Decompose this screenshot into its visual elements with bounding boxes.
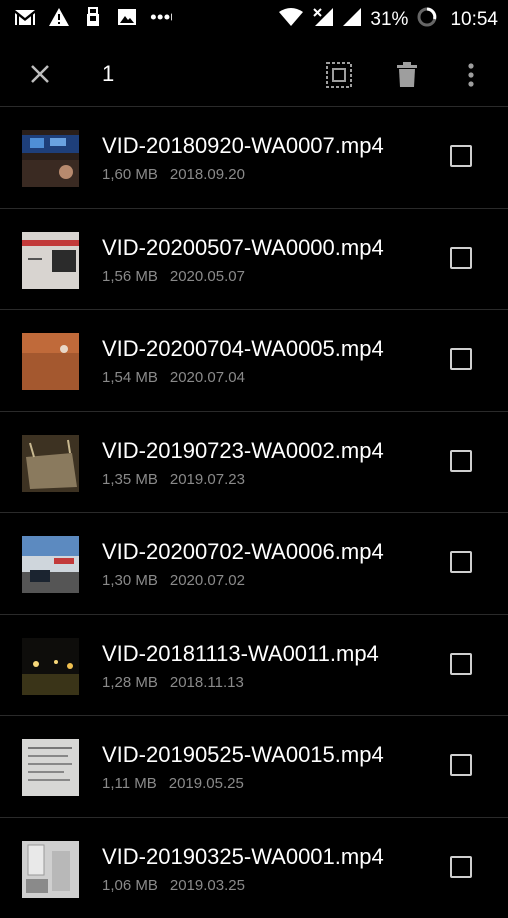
select-checkbox[interactable]	[450, 551, 472, 573]
close-selection-button[interactable]	[22, 56, 58, 92]
file-meta: 1,60 MB 2018.09.20	[102, 166, 245, 183]
battery-ring-icon	[416, 6, 438, 34]
file-meta: 1,54 MB 2020.07.04	[102, 369, 245, 386]
file-date: 2018.09.20	[170, 166, 245, 183]
wifi-icon	[278, 7, 304, 33]
gmail-icon	[14, 7, 36, 27]
list-item[interactable]: VID-20200704-WA0005.mp4 1,54 MB 2020.07.0…	[0, 309, 508, 411]
select-all-button[interactable]	[320, 56, 358, 94]
select-all-icon	[325, 61, 353, 89]
file-name: VID-20200507-WA0000.mp4	[102, 235, 384, 261]
file-meta: 1,28 MB 2018.11.13	[102, 674, 244, 691]
delete-icon	[396, 62, 418, 88]
file-name: VID-20200702-WA0006.mp4	[102, 539, 384, 565]
file-size: 1,30 MB	[102, 572, 158, 589]
select-checkbox[interactable]	[450, 653, 472, 675]
list-item[interactable]: VID-20200702-WA0006.mp4 1,30 MB 2020.07.0…	[0, 512, 508, 614]
video-thumbnail	[22, 333, 79, 390]
file-size: 1,60 MB	[102, 166, 158, 183]
file-name: VID-20200704-WA0005.mp4	[102, 336, 384, 362]
system-icons: 31% 10:54	[278, 6, 498, 34]
image-icon	[116, 7, 138, 27]
file-meta: 1,11 MB 2019.05.25	[102, 775, 244, 792]
video-thumbnail	[22, 739, 79, 796]
video-thumbnail	[22, 435, 79, 492]
file-list: VID-20180920-WA0007.mp4 1,60 MB 2018.09.2…	[0, 106, 508, 918]
usb-icon	[82, 7, 104, 27]
clock: 10:54	[450, 9, 498, 31]
list-item[interactable]: VID-20180920-WA0007.mp4 1,60 MB 2018.09.2…	[0, 106, 508, 208]
file-name: VID-20180920-WA0007.mp4	[102, 133, 384, 159]
signal-icon	[342, 7, 362, 33]
file-size: 1,56 MB	[102, 268, 158, 285]
file-date: 2020.07.02	[170, 572, 245, 589]
file-name: VID-20190325-WA0001.mp4	[102, 844, 384, 870]
notification-icons	[14, 7, 172, 27]
file-size: 1,06 MB	[102, 877, 158, 894]
status-bar: 31% 10:54	[0, 0, 508, 36]
more-dots-icon	[150, 7, 172, 27]
no-signal-icon	[312, 7, 334, 33]
file-size: 1,11 MB	[102, 775, 157, 792]
file-name: VID-20181113-WA0011.mp4	[102, 641, 379, 667]
list-item[interactable]: VID-20200507-WA0000.mp4 1,56 MB 2020.05.0…	[0, 208, 508, 310]
select-checkbox[interactable]	[450, 145, 472, 167]
delete-button[interactable]	[390, 56, 424, 94]
select-checkbox[interactable]	[450, 348, 472, 370]
list-item[interactable]: VID-20190525-WA0015.mp4 1,11 MB 2019.05.2…	[0, 715, 508, 817]
select-checkbox[interactable]	[450, 754, 472, 776]
select-checkbox[interactable]	[450, 247, 472, 269]
video-thumbnail	[22, 638, 79, 695]
video-thumbnail	[22, 232, 79, 289]
file-date: 2020.07.04	[170, 369, 245, 386]
file-meta: 1,35 MB 2019.07.23	[102, 471, 245, 488]
file-meta: 1,30 MB 2020.07.02	[102, 572, 245, 589]
video-thumbnail	[22, 536, 79, 593]
video-thumbnail	[22, 841, 79, 898]
file-size: 1,35 MB	[102, 471, 158, 488]
more-options-button[interactable]	[458, 56, 484, 94]
list-item[interactable]: VID-20181113-WA0011.mp4 1,28 MB 2018.11.1…	[0, 614, 508, 716]
selection-action-bar: 1	[0, 36, 508, 112]
file-meta: 1,56 MB 2020.05.07	[102, 268, 245, 285]
file-date: 2019.03.25	[170, 877, 245, 894]
select-checkbox[interactable]	[450, 856, 472, 878]
close-icon	[30, 64, 50, 84]
file-size: 1,54 MB	[102, 369, 158, 386]
file-meta: 1,06 MB 2019.03.25	[102, 877, 245, 894]
video-thumbnail	[22, 130, 79, 187]
warning-icon	[48, 7, 70, 27]
list-item[interactable]: VID-20190723-WA0002.mp4 1,35 MB 2019.07.2…	[0, 411, 508, 513]
file-size: 1,28 MB	[102, 674, 158, 691]
battery-percent: 31%	[370, 9, 408, 31]
file-name: VID-20190525-WA0015.mp4	[102, 742, 384, 768]
selected-count: 1	[102, 61, 114, 87]
file-date: 2020.05.07	[170, 268, 245, 285]
file-name: VID-20190723-WA0002.mp4	[102, 438, 384, 464]
select-checkbox[interactable]	[450, 450, 472, 472]
file-date: 2018.11.13	[170, 674, 244, 691]
more-vert-icon	[468, 63, 474, 87]
file-date: 2019.05.25	[169, 775, 244, 792]
file-date: 2019.07.23	[170, 471, 245, 488]
